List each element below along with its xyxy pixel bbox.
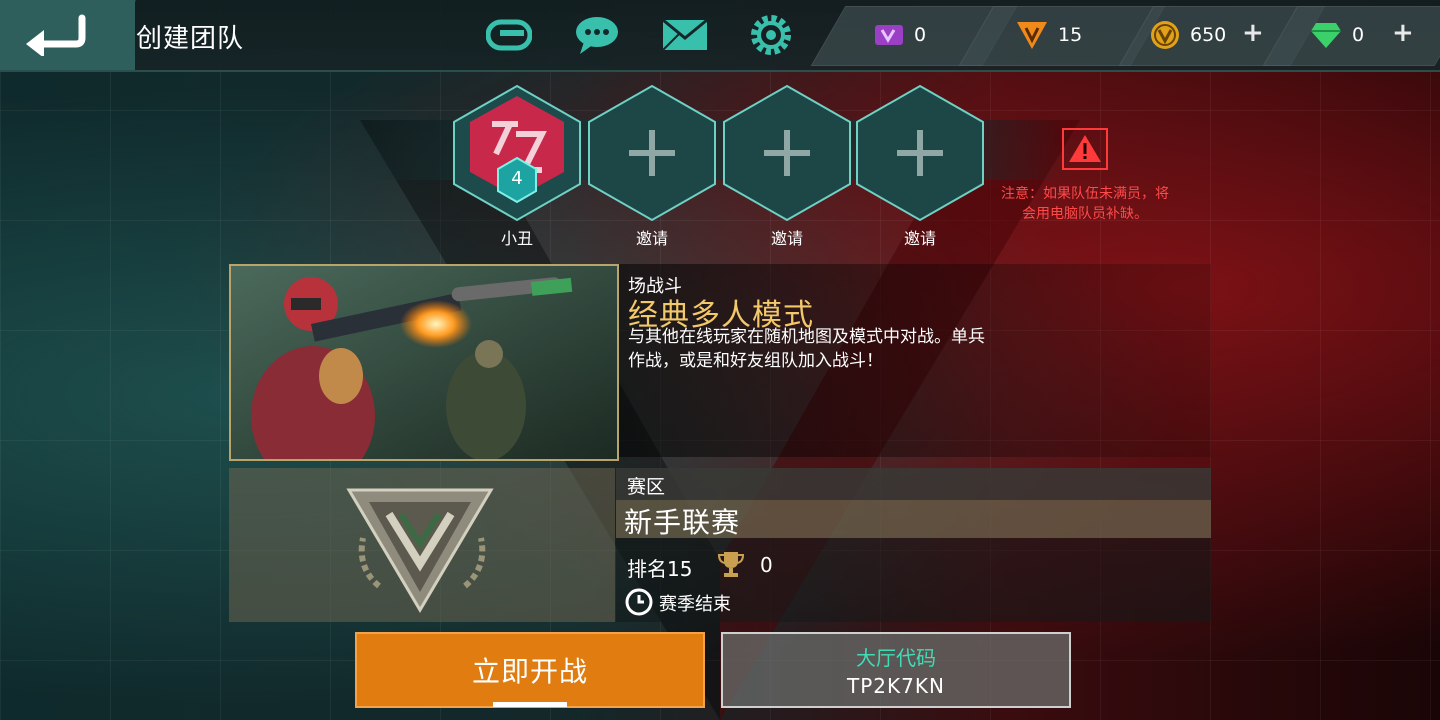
- league-emblem-panel: [229, 468, 615, 622]
- play-button-underline: [493, 702, 567, 707]
- trophy-icon: [717, 552, 745, 577]
- currency-orange: 15: [1016, 6, 1082, 64]
- back-button-edge: [108, 0, 138, 70]
- currency-purple-value: 0: [914, 24, 927, 46]
- add-gold-button[interactable]: +: [1242, 18, 1264, 48]
- back-arrow-icon: [26, 14, 86, 56]
- team-slot-invite-1[interactable]: [587, 84, 717, 224]
- mail-icon[interactable]: [662, 14, 708, 56]
- mode-description: 与其他在线玩家在随机地图及模式中对战。单兵作战，或是和好友组队加入战斗！: [628, 327, 985, 371]
- gold-coin-icon: [1151, 21, 1179, 49]
- currency-green-value: 0: [1352, 24, 1365, 46]
- league-name: 新手联赛: [624, 506, 741, 539]
- green-diamond-icon: [1311, 23, 1341, 48]
- team-slot-invite-label-2[interactable]: 邀请: [722, 225, 852, 249]
- lobby-code-value: TP2K7KN: [847, 674, 945, 698]
- team-slot-player-name: 小丑: [500, 229, 533, 248]
- trophy-count: 0: [760, 553, 773, 577]
- soldier-artwork: [231, 266, 617, 459]
- team-slot-invite-label-3[interactable]: 邀请: [855, 225, 985, 249]
- team-slot-invite-3[interactable]: [855, 84, 985, 224]
- clock-icon: [625, 588, 653, 616]
- season-end-text: 赛季结束: [659, 594, 731, 615]
- currency-green: 0: [1310, 6, 1364, 64]
- league-emblem-icon: [346, 488, 494, 613]
- league-rank: 排名15: [627, 557, 693, 581]
- page-title: 创建团队: [136, 24, 245, 54]
- purple-token-icon: [875, 25, 903, 45]
- league-label-row: [616, 468, 1211, 500]
- team-slot-invite-label-1[interactable]: 邀请: [587, 225, 717, 249]
- team-slot-invite-2[interactable]: [722, 84, 852, 224]
- league-label: 赛区: [627, 476, 666, 498]
- settings-gear-icon[interactable]: [748, 14, 794, 56]
- currency-gold-value: 650: [1190, 24, 1227, 46]
- lobby-code-label: 大厅代码: [856, 646, 936, 670]
- lobby-code-button[interactable]: 大厅代码 TP2K7KN: [721, 632, 1071, 708]
- chat-icon[interactable]: [574, 14, 620, 56]
- gameloft-icon[interactable]: [486, 14, 532, 56]
- top-bar: 创建团队 0 15 650 + 0 +: [0, 0, 1440, 72]
- currency-purple: 0: [874, 6, 926, 64]
- player-level: 4: [511, 168, 523, 189]
- team-slot-player[interactable]: [452, 84, 582, 224]
- add-diamond-button[interactable]: +: [1392, 18, 1414, 48]
- orange-token-icon: [1017, 22, 1047, 49]
- play-now-button[interactable]: 立即开战: [355, 632, 705, 708]
- mode-image[interactable]: [229, 264, 619, 461]
- team-warning-text: 注意：如果队伍未满员，将会用电脑队员补缺。: [1001, 186, 1169, 222]
- currency-orange-value: 15: [1058, 24, 1083, 46]
- currency-gold: 650: [1150, 6, 1226, 64]
- warning-icon: [1062, 128, 1108, 170]
